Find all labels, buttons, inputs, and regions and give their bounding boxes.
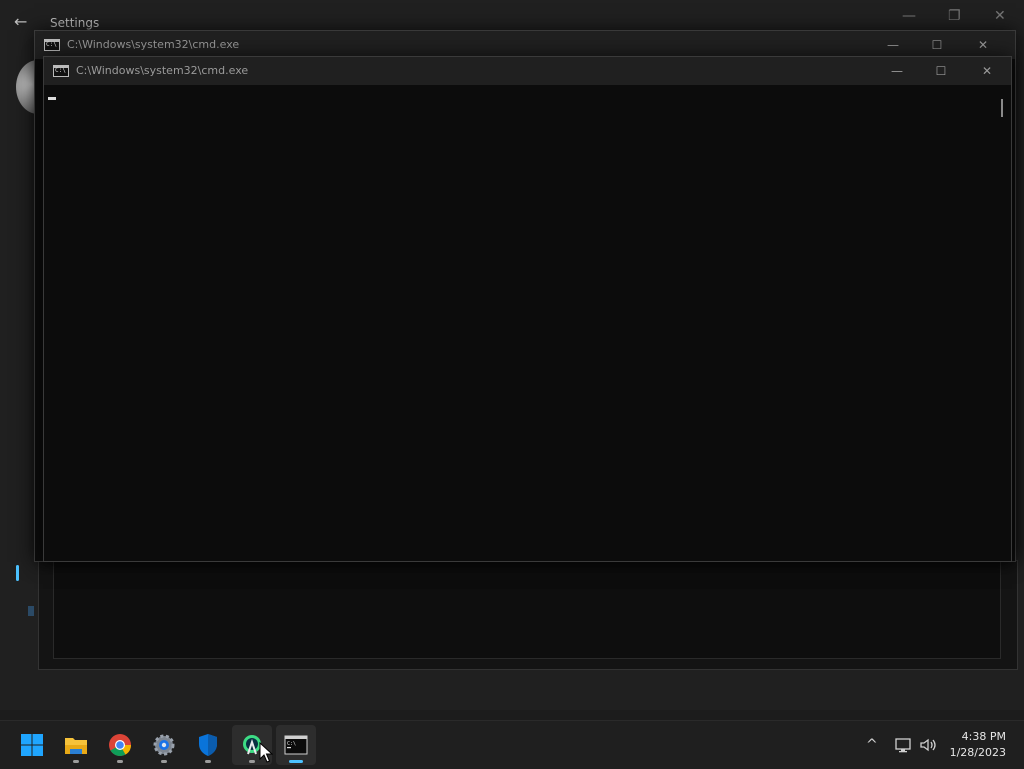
clock-time: 4:38 PM (961, 730, 1006, 743)
running-indicator (161, 760, 167, 763)
taskbar-terminal[interactable]: C:\ (276, 725, 316, 765)
show-hidden-icons-button[interactable]: ^ (866, 721, 878, 769)
maximize-button[interactable]: ☐ (915, 31, 959, 59)
volume-icon[interactable] (918, 721, 938, 769)
running-indicator (249, 760, 255, 763)
console-area[interactable] (44, 85, 1011, 561)
taskbar-chrome[interactable] (100, 725, 140, 765)
scrollbar-thumb[interactable] (1001, 99, 1003, 117)
cmd-window-back-titlebar[interactable]: C:\Windows\system32\cmd.exe — ☐ ✕ (35, 31, 1015, 59)
mouse-pointer-icon (259, 742, 273, 763)
minimize-icon[interactable]: — (902, 8, 916, 24)
network-icon-svg (895, 737, 911, 752)
close-button[interactable]: ✕ (961, 31, 1005, 59)
chrome-icon (109, 734, 131, 756)
folder-icon (65, 738, 87, 754)
underlying-window-body (53, 561, 1001, 659)
running-indicator (205, 760, 211, 763)
close-icon[interactable]: ✕ (994, 8, 1006, 24)
window-title: C:\Windows\system32\cmd.exe (67, 38, 240, 51)
taskbar-file-explorer[interactable] (56, 725, 96, 765)
windows-logo-icon (21, 734, 43, 756)
settings-title: Settings (50, 16, 100, 30)
underlying-window-area (38, 560, 1018, 670)
shield-icon (199, 734, 217, 756)
terminal-icon: C:\ (284, 735, 308, 755)
gear-icon (153, 734, 175, 756)
cmd-app-icon (44, 39, 60, 51)
text-cursor (48, 97, 56, 100)
arrow-left-icon[interactable]: ← (14, 12, 27, 31)
cmd-app-icon (53, 65, 69, 77)
running-indicator (73, 760, 79, 763)
maximize-button[interactable]: ☐ (919, 57, 963, 85)
restore-icon[interactable]: ❐ (948, 8, 961, 24)
clock[interactable]: 4:38 PM 1/28/2023 (950, 729, 1006, 761)
taskbar-settings[interactable] (144, 725, 184, 765)
close-button[interactable]: ✕ (965, 57, 1009, 85)
svg-text:C:\: C:\ (287, 741, 296, 747)
taskbar: C:\ ^ 4:38 PM 1/28/2023 (0, 720, 1024, 769)
window-title: C:\Windows\system32\cmd.exe (76, 64, 249, 77)
network-icon[interactable] (894, 721, 914, 769)
start-button[interactable] (12, 725, 52, 765)
running-indicator (117, 760, 123, 763)
volume-icon-svg (920, 738, 936, 751)
cmd-window-front[interactable]: C:\Windows\system32\cmd.exe — ☐ ✕ (43, 56, 1012, 562)
minimize-button[interactable]: — (871, 31, 915, 59)
taskbar-windows-security[interactable] (188, 725, 228, 765)
nav-item-icon (28, 606, 34, 616)
clock-date: 1/28/2023 (949, 746, 1006, 759)
minimize-button[interactable]: — (875, 57, 919, 85)
cmd-window-front-titlebar[interactable]: C:\Windows\system32\cmd.exe — ☐ ✕ (44, 57, 1011, 85)
active-indicator (289, 760, 303, 763)
nav-selection-indicator (16, 565, 19, 581)
